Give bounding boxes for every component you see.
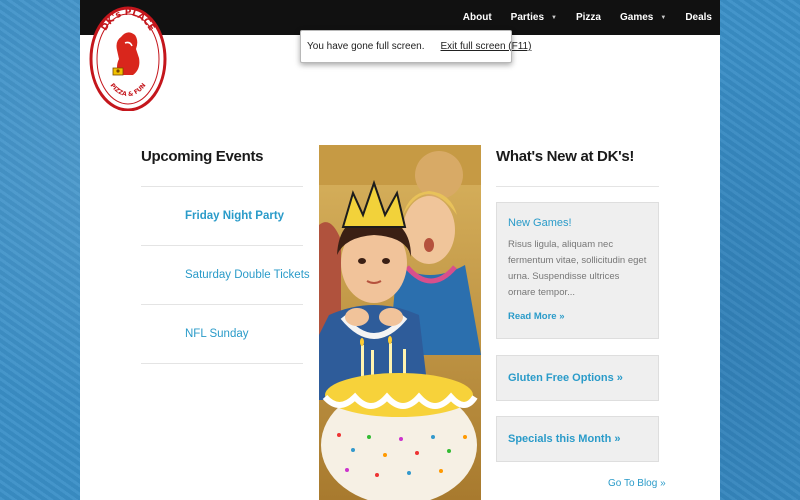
site-logo[interactable]: DK's PLACE PIZZA & FUN — [89, 3, 167, 112]
nav-item-pizza[interactable]: Pizza — [576, 12, 601, 23]
nav-item-parties[interactable]: Parties ▼ — [511, 12, 557, 23]
nav-item-label: Deals — [685, 12, 712, 23]
birthday-party-photo — [319, 145, 481, 500]
event-link-saturday-double-tickets[interactable]: Saturday Double Tickets — [141, 246, 310, 305]
whats-new-title: What's New at DK's! — [496, 148, 659, 187]
nav-item-label: Pizza — [575, 12, 601, 23]
caret-down-icon: ▼ — [551, 14, 557, 21]
nav-item-label: Games — [620, 12, 654, 23]
news-card-gluten-free[interactable]: Gluten Free Options » — [496, 355, 659, 401]
fullscreen-notice: You have gone full screen. Exit full scr… — [300, 30, 531, 63]
nav-item-about[interactable]: About — [463, 12, 492, 23]
go-to-blog-link[interactable]: Go To Blog » — [608, 478, 666, 489]
event-link-nfl-sunday[interactable]: NFL Sunday — [141, 305, 303, 364]
whats-new-section: What's New at DK's! New Games! Risus lig… — [496, 148, 659, 462]
read-more-link[interactable]: Read More » — [508, 311, 647, 322]
event-link-friday-night-party[interactable]: Friday Night Party — [141, 187, 303, 246]
page-container: About Parties ▼ Pizza Games ▼ Deals DK's… — [80, 0, 720, 500]
logo-emblem-icon: DK's PLACE PIZZA & FUN — [89, 6, 167, 112]
exit-fullscreen-link[interactable]: Exit full screen (F11) — [441, 41, 532, 52]
caret-down-icon: ▼ — [660, 14, 667, 21]
nav-item-deals[interactable]: Deals — [685, 12, 712, 23]
upcoming-events-title: Upcoming Events — [141, 148, 303, 187]
nav-item-games[interactable]: Games ▼ — [620, 12, 666, 23]
nav-item-label: Parties — [510, 12, 545, 23]
nav-item-label: About — [462, 12, 492, 23]
fullscreen-message: You have gone full screen. — [307, 41, 425, 52]
upcoming-events-section: Upcoming Events Friday Night Party Satur… — [141, 148, 310, 364]
birthday-child-image — [319, 145, 481, 500]
gluten-free-options-link[interactable]: Gluten Free Options » — [508, 372, 623, 384]
news-card-new-games: New Games! Risus ligula, aliquam nec fer… — [496, 202, 659, 339]
news-card-title[interactable]: New Games! — [508, 217, 647, 229]
specials-this-month-link[interactable]: Specials this Month » — [508, 433, 620, 445]
news-card-excerpt: Risus ligula, aliquam nec fermentum vita… — [508, 239, 647, 298]
news-card-specials[interactable]: Specials this Month » — [496, 416, 659, 462]
